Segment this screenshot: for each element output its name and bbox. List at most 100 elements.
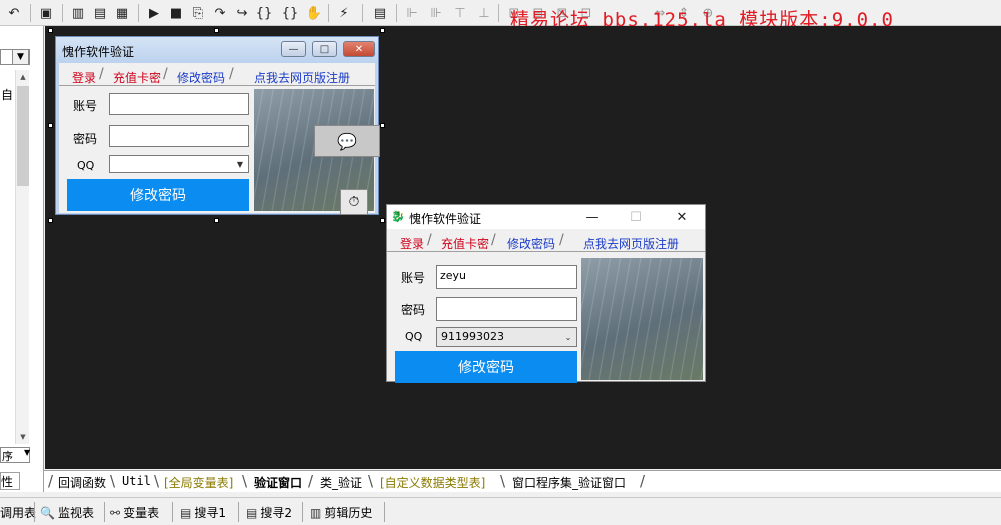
- scroll-up-icon[interactable]: ▲: [17, 70, 29, 84]
- tab-separator: \: [368, 472, 374, 490]
- tab-separator: /: [163, 66, 168, 82]
- align-center-icon[interactable]: ⊪: [426, 3, 446, 23]
- selection-handle[interactable]: [48, 123, 53, 128]
- code-tab-callbacks[interactable]: 回调函数: [58, 474, 106, 491]
- status-tab-clip-history[interactable]: ▥ 剪辑历史: [310, 504, 372, 521]
- selection-handle[interactable]: [380, 218, 385, 223]
- toolbar-separator: [138, 4, 139, 22]
- selection-handle[interactable]: [380, 123, 385, 128]
- status-tab-variables[interactable]: ⚯ 变量表: [110, 504, 159, 521]
- password-field[interactable]: [436, 297, 577, 321]
- chevron-down-icon[interactable]: ▼: [12, 49, 29, 65]
- chevron-down-icon[interactable]: ▼: [24, 448, 30, 457]
- account-field[interactable]: [109, 93, 249, 115]
- tab-separator: \: [154, 472, 160, 490]
- chevron-down-icon[interactable]: ⌄: [560, 328, 576, 346]
- debug-icon[interactable]: ⚡: [334, 3, 354, 23]
- tab-separator: /: [48, 472, 54, 490]
- register-web-link[interactable]: 点我去网页版注册: [254, 69, 350, 86]
- code-tab-verify-window[interactable]: 验证窗口: [254, 474, 302, 491]
- tab-recharge[interactable]: 充值卡密: [111, 67, 163, 86]
- qq-combo[interactable]: 911993023 ⌄: [436, 327, 577, 347]
- layout-c-icon[interactable]: ▤: [90, 3, 110, 23]
- close-button[interactable]: ✕: [667, 208, 697, 226]
- chevron-down-icon[interactable]: ▼: [232, 156, 248, 172]
- align-top-icon[interactable]: ⊤: [450, 3, 470, 23]
- chat-balloon-icon[interactable]: 💬: [314, 125, 380, 157]
- layout-d-icon[interactable]: ▦: [112, 3, 132, 23]
- run-icon[interactable]: ▶: [144, 3, 164, 23]
- minimize-button[interactable]: —: [577, 208, 607, 226]
- change-password-button[interactable]: 修改密码: [67, 179, 249, 211]
- change-password-button[interactable]: 修改密码: [395, 351, 577, 383]
- layout-b-icon[interactable]: ▥: [68, 3, 88, 23]
- tab-separator: \: [242, 472, 248, 490]
- toolbar-separator: [498, 4, 499, 22]
- search1-label: 搜寻1: [194, 506, 226, 520]
- braces-out-icon[interactable]: {}: [280, 3, 300, 23]
- tab-separator: /: [491, 232, 496, 248]
- status-tab-call-table[interactable]: 调用表: [0, 504, 36, 521]
- minimize-button[interactable]: —: [281, 41, 306, 57]
- design-window[interactable]: 愧作软件验证 — □ ✕ 登录 / 充值卡密 / 修改密码 / 点我去网页版注册…: [55, 36, 380, 215]
- account-field[interactable]: zeyu: [436, 265, 577, 289]
- variables-label: 变量表: [123, 506, 160, 520]
- runtime-window[interactable]: 🐉 愧作软件验证 — ☐ ✕ 登录 / 充值卡密 / 修改密码 / 点我去网页版…: [386, 204, 706, 383]
- layout-a-icon[interactable]: ▣: [36, 3, 56, 23]
- stop-icon[interactable]: ■: [166, 3, 186, 23]
- scroll-down-icon[interactable]: ▼: [17, 430, 29, 444]
- status-tab-watch[interactable]: 🔍 监视表: [40, 504, 94, 521]
- tab-login[interactable]: 登录: [397, 233, 427, 252]
- code-tab-class-verify[interactable]: 类_验证: [320, 474, 362, 491]
- step-into-icon[interactable]: ↷: [210, 3, 230, 23]
- password-field[interactable]: [109, 125, 249, 147]
- tab-separator: \: [110, 472, 116, 490]
- maximize-button[interactable]: □: [312, 41, 337, 57]
- selection-handle[interactable]: [48, 218, 53, 223]
- timer-icon[interactable]: ⏱: [340, 189, 368, 215]
- close-button[interactable]: ✕: [343, 41, 375, 57]
- password-label: 密码: [73, 132, 98, 146]
- selection-handle[interactable]: [380, 28, 385, 33]
- code-tab-strip: / 回调函数 \ Util \ [全局变量表] \ 验证窗口 / 类_验证 \ …: [44, 470, 1001, 492]
- property-tab[interactable]: 性: [0, 472, 20, 490]
- design-window-title: 愧作软件验证: [62, 45, 135, 59]
- form-icon[interactable]: ▤: [370, 3, 390, 23]
- tab-change-password[interactable]: 修改密码: [503, 233, 559, 252]
- register-web-link[interactable]: 点我去网页版注册: [583, 235, 679, 252]
- call-table-label: 调用表: [0, 506, 37, 520]
- status-tab-search2[interactable]: ▤ 搜寻2: [246, 504, 292, 521]
- align-mid-icon[interactable]: ⊥: [474, 3, 494, 23]
- step-icon[interactable]: ⎘: [188, 3, 208, 23]
- status-tab-search1[interactable]: ▤ 搜寻1: [180, 504, 226, 521]
- clip-history-icon: ▥: [310, 505, 322, 520]
- search2-icon: ▤: [246, 505, 258, 520]
- runtime-window-titlebar[interactable]: 🐉 愧作软件验证 — ☐ ✕: [387, 205, 705, 229]
- scroll-thumb[interactable]: [17, 86, 29, 186]
- property-scrollbar[interactable]: ▲ ▼: [15, 70, 29, 444]
- align-left-icon[interactable]: ⊩: [402, 3, 422, 23]
- selection-handle[interactable]: [214, 218, 219, 223]
- code-tab-globals[interactable]: [全局变量表]: [164, 474, 233, 491]
- hand-icon[interactable]: ✋: [304, 3, 324, 23]
- selection-handle[interactable]: [214, 28, 219, 33]
- toolbar-separator: [396, 4, 397, 22]
- braces-icon[interactable]: {}: [254, 3, 274, 23]
- qq-combo[interactable]: ▼: [109, 155, 249, 173]
- step-over-icon[interactable]: ↪: [232, 3, 252, 23]
- status-separator: [238, 502, 239, 522]
- tab-change-password[interactable]: 修改密码: [175, 67, 227, 86]
- maximize-button[interactable]: ☐: [621, 208, 651, 226]
- tab-login[interactable]: 登录: [69, 67, 99, 86]
- code-tab-window-assembly[interactable]: 窗口程序集_验证窗口: [512, 474, 626, 491]
- design-window-titlebar[interactable]: 愧作软件验证 — □ ✕: [56, 37, 378, 63]
- code-tab-util[interactable]: Util: [122, 474, 151, 488]
- qq-label: QQ: [77, 159, 95, 172]
- tab-separator: /: [427, 232, 432, 248]
- code-tab-custom-types[interactable]: [自定义数据类型表]: [380, 474, 485, 491]
- selection-handle[interactable]: [48, 28, 53, 33]
- tab-recharge[interactable]: 充值卡密: [439, 233, 491, 252]
- undo-icon[interactable]: ↶: [4, 3, 24, 23]
- password-label: 密码: [401, 303, 426, 317]
- tab-separator: /: [640, 472, 646, 490]
